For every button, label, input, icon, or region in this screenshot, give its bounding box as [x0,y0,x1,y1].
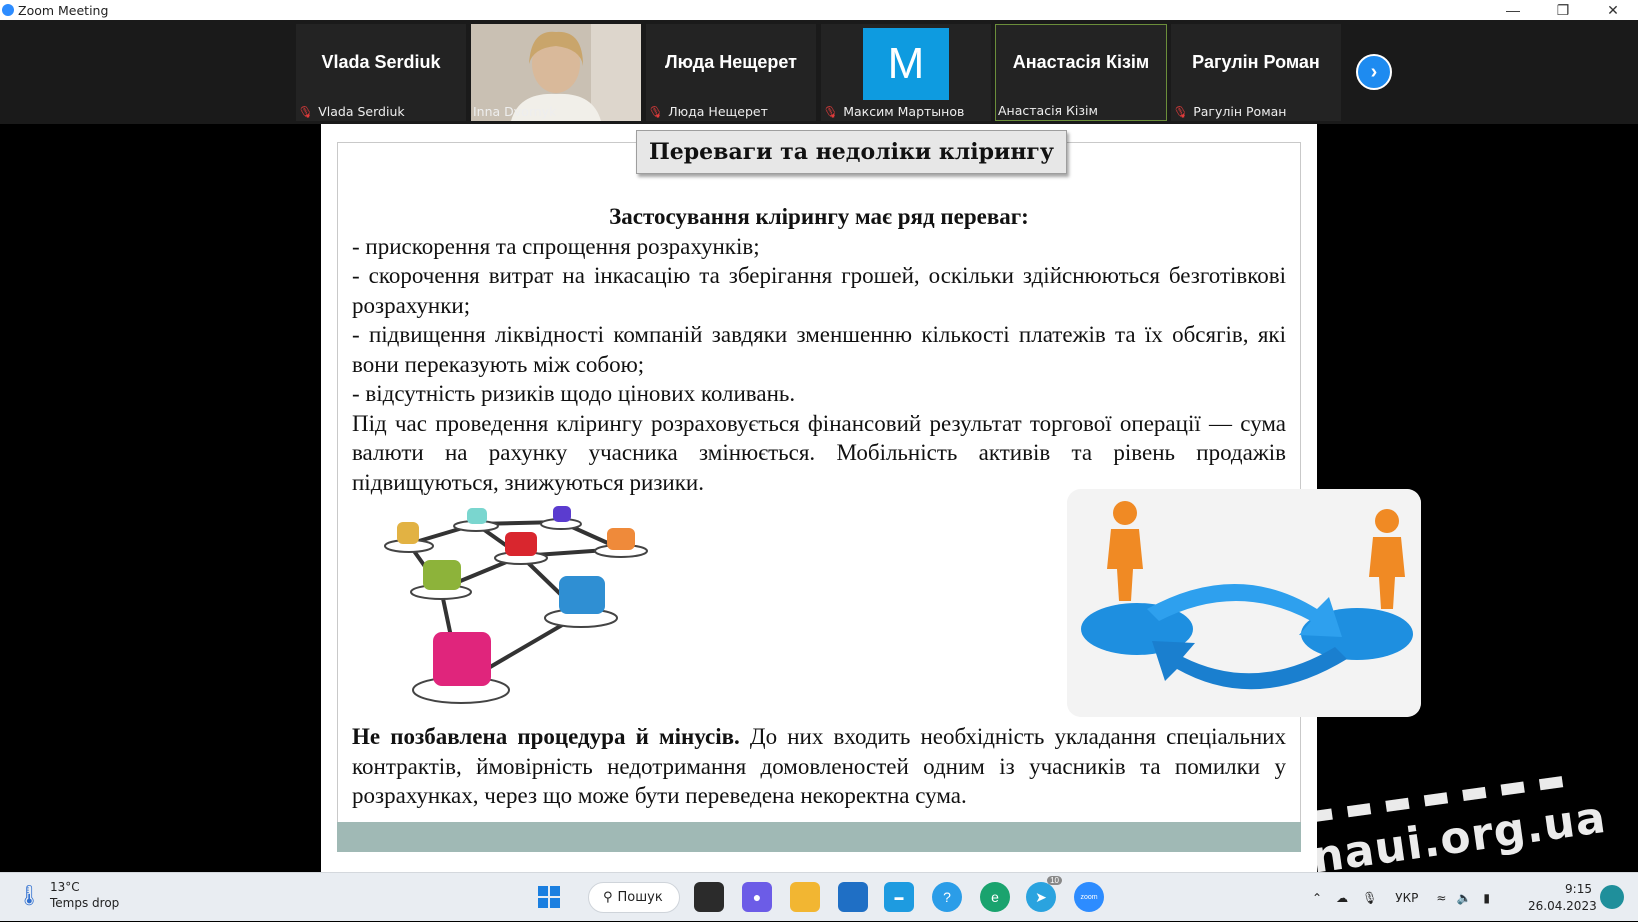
network-people-illustration [384,506,648,704]
taskbar-search[interactable]: ⚲ Пошук [588,882,680,913]
slide-heading: Застосування клірингу має ряд переваг: [609,204,1029,229]
slide-list-item: - прискорення та спрощення розрахунків; [352,233,760,259]
mic-muted-icon: 🎙 [1171,102,1190,121]
volume-icon[interactable]: 🔈 [1456,891,1471,905]
participant-avatar: M [863,28,949,100]
participant-label-text: Анастасія Кізім [998,103,1098,118]
taskbar-clock[interactable]: 9:15 26.04.2023 [1528,881,1597,915]
clock-time: 9:15 [1565,882,1592,896]
participant-label-text: Vlada Serdiuk [318,104,405,119]
notification-badge: 10 [1047,876,1062,885]
battery-icon[interactable]: ▮ [1483,891,1490,905]
presentation-slide: Переваги та недоліки клірингу Застосуван… [321,124,1421,872]
slide-disadvantages: Не позбавлена процедура й мінусів. До ни… [352,722,1286,811]
mic-muted-icon: 🎙 [296,102,315,121]
slide-list-item: - підвищення ліквідності компаній завдяк… [352,322,1286,377]
participant-tile[interactable]: Люда Нещерет 🎙 Люда Нещерет [646,24,816,121]
participant-label-text: Рагулін Роман [1193,104,1287,119]
mic-muted-icon: 🎙 [821,102,840,121]
next-participants-button[interactable]: › [1356,54,1392,90]
participant-label: 🎙 Люда Нещерет [646,102,768,121]
zoom-app-icon[interactable]: zoom [1074,882,1104,912]
store-icon[interactable] [838,882,868,912]
telegram-icon[interactable]: ➤ 10 [1026,876,1062,912]
window-title: Zoom Meeting [18,2,109,18]
participant-label-text: Максим Мартынов [843,104,965,119]
participant-tile[interactable]: Inna Dvornyk [471,24,641,121]
participant-label: Inna Dvornyk [473,104,556,119]
window-title-bar: Zoom Meeting — ❐ ✕ [0,0,1638,20]
participant-label: 🎙 Vlada Serdiuk [296,102,405,121]
slide-paragraph: Під час проведення клірингу розраховуєть… [352,410,1286,495]
participant-label: 🎙 Рагулін Роман [1171,102,1287,121]
system-tray: ⌃ ☁ 🎙 УКР ≈ 🔈 ▮ [1312,873,1490,922]
file-explorer-icon[interactable] [790,882,820,912]
thermometer-icon: 🌡 [16,884,42,907]
edge-browser-icon[interactable]: e [980,882,1010,912]
slide-list-item: - відсутність ризиків щодо цінових колив… [352,381,796,406]
participant-tile[interactable]: Vlada Serdiuk 🎙 Vlada Serdiuk [296,24,466,121]
cloud-icon[interactable]: ☁ [1336,891,1348,905]
weather-desc: Temps drop [50,896,120,910]
task-view-icon[interactable] [694,882,724,912]
participant-label: 🎙 Максим Мартынов [821,102,965,121]
participant-label: Анастасія Кізім [998,103,1098,118]
search-icon: ⚲ [603,890,613,905]
participant-label-text: Inna Dvornyk [473,104,557,119]
slide-title: Переваги та недоліки клірингу [636,130,1067,174]
start-button[interactable] [534,882,564,912]
participant-name: Vlada Serdiuk [321,52,441,72]
app-icon[interactable]: ▬ [884,882,914,912]
help-icon[interactable]: ? [932,882,962,912]
restore-button[interactable]: ❐ [1540,0,1586,20]
participant-strip: Vlada Serdiuk 🎙 Vlada Serdiuk Inna Dvorn… [0,20,1638,124]
weather-temp: 13°C [50,880,80,894]
zoom-logo-icon [2,4,14,16]
slide-disadvantages-bold: Не позбавлена процедура й мінусів. [352,724,740,749]
chevron-up-icon[interactable]: ⌃ [1312,891,1322,905]
mic-muted-icon: 🎙 [646,102,665,121]
minimize-button[interactable]: — [1490,0,1536,20]
exchange-arrows-illustration [1067,489,1421,717]
close-button[interactable]: ✕ [1590,0,1636,20]
language-indicator[interactable]: УКР [1395,891,1418,905]
notifications-icon[interactable] [1600,885,1624,909]
windows-taskbar: 🌡 13°C Temps drop ⚲ Пошук ● ▬ ? e ➤ 10 z… [0,872,1638,921]
participant-label-text: Люда Нещерет [668,104,768,119]
participant-name: Рагулін Роман [1192,52,1320,72]
participant-tile[interactable]: Рагулін Роман 🎙 Рагулін Роман [1171,24,1341,121]
clock-date: 26.04.2023 [1528,899,1597,913]
participant-tile-active-speaker[interactable]: Анастасія Кізім Анастасія Кізім [995,24,1167,121]
shared-screen: Переваги та недоліки клірингу Застосуван… [155,124,1482,872]
microphone-icon[interactable]: 🎙 [1362,891,1377,905]
participant-name: Анастасія Кізім [1012,52,1150,72]
chat-icon[interactable]: ● [742,882,772,912]
slide-body: Застосування клірингу має ряд переваг: -… [352,202,1286,497]
slide-footer-band [337,822,1301,852]
wifi-icon[interactable]: ≈ [1436,891,1446,905]
slide-list-item: - скорочення витрат на інкасацію та збер… [352,263,1286,318]
search-label: Пошук [617,890,663,905]
participant-tile[interactable]: M 🎙 Максим Мартынов [821,24,991,121]
participant-name: Люда Нещерет [665,52,797,72]
windows-logo-icon [538,886,560,908]
weather-widget[interactable]: 🌡 13°C Temps drop [16,879,120,911]
chevron-right-icon: › [1370,60,1378,83]
